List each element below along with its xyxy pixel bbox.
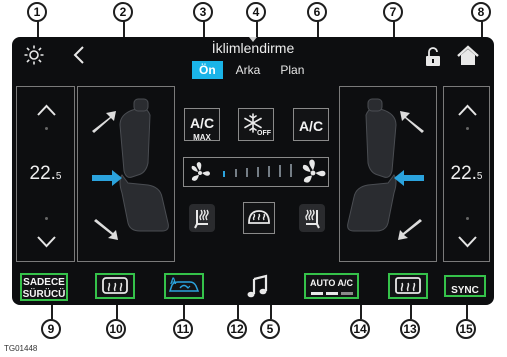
rear-window-defrost-button[interactable]: [95, 273, 135, 299]
driver-temp-step-dot: [45, 127, 48, 130]
recirculation-button[interactable]: A: [164, 273, 204, 299]
ac-button[interactable]: A/C: [293, 108, 329, 141]
passenger-temp-whole: 22.: [450, 163, 477, 184]
driver-only-button[interactable]: SADECE SÜRÜCÜ: [20, 273, 68, 301]
ac-off-button[interactable]: OFF: [238, 108, 274, 141]
seat-heater-icon: [305, 209, 320, 229]
seat-heater-icon: [194, 209, 209, 229]
climate-screen: İklimlendirme Ön Arka Plan 22.5 A/C MAX …: [12, 37, 494, 305]
driver-seat-airflow-icon[interactable]: [78, 87, 176, 263]
audio-note-icon[interactable]: [244, 274, 272, 300]
tab-front[interactable]: Ön: [192, 61, 223, 79]
passenger-airflow-panel: [339, 86, 437, 262]
driver-temp-down-button[interactable]: [17, 227, 74, 257]
passenger-temp-down-button[interactable]: [444, 227, 489, 257]
passenger-temp-step-dot: [466, 217, 469, 220]
fan-speed-slider[interactable]: [184, 158, 330, 188]
driver-temperature-value: 22.5: [17, 163, 74, 185]
callout-11: 11: [173, 319, 193, 339]
page-title: İklimlendirme: [211, 40, 295, 56]
callout-1: 1: [27, 2, 47, 22]
passenger-temp-decimal: 5: [476, 171, 483, 182]
passenger-temp-step-dot: [466, 127, 469, 130]
callout-14: 14: [350, 319, 370, 339]
fan-high-icon: [302, 159, 326, 183]
fan-speed-bar[interactable]: [183, 157, 329, 187]
fan-low-icon: [191, 162, 210, 181]
driver-temp-whole: 22.: [29, 163, 56, 184]
driver-only-line2: SÜRÜCÜ: [22, 289, 66, 300]
driver-temp-step-dot: [45, 217, 48, 220]
callout-15: 15: [456, 319, 476, 339]
sync-label: SYNC: [451, 285, 479, 296]
auto-ac-mode-bars: [306, 292, 357, 295]
callout-5: 5: [260, 319, 280, 339]
callout-9: 9: [41, 319, 61, 339]
ac-max-sublabel: MAX: [193, 133, 211, 142]
tab-plan[interactable]: Plan: [273, 61, 311, 79]
callout-13: 13: [400, 319, 420, 339]
unlock-icon[interactable]: [425, 47, 441, 67]
tab-rear[interactable]: Arka: [229, 61, 268, 79]
driver-temp-up-button[interactable]: [17, 95, 74, 125]
driver-temperature-control: 22.5: [16, 86, 75, 262]
ac-max-button[interactable]: A/C MAX: [184, 108, 220, 142]
front-defrost-button[interactable]: [243, 202, 275, 234]
driver-seat-heater-button[interactable]: [189, 204, 215, 232]
home-icon[interactable]: [456, 45, 480, 67]
driver-airflow-panel: [77, 86, 175, 262]
rear-defrost-button[interactable]: [388, 273, 428, 299]
rear-defrost-icon: [102, 277, 128, 294]
ac-max-label: A/C: [189, 115, 215, 131]
callout-2: 2: [113, 2, 133, 22]
callout-7: 7: [383, 2, 403, 22]
passenger-temp-up-button[interactable]: [444, 95, 489, 125]
zone-tabs: Ön Arka Plan: [192, 61, 311, 79]
auto-ac-button[interactable]: AUTO A/C: [304, 273, 359, 299]
passenger-seat-airflow-icon[interactable]: [340, 87, 438, 263]
rear-window-heater-icon: [395, 277, 421, 294]
callout-12: 12: [227, 319, 247, 339]
windshield-defrost-icon: [248, 210, 270, 224]
auto-ac-label: AUTO A/C: [309, 278, 353, 288]
passenger-seat-heater-button[interactable]: [299, 204, 325, 232]
callout-3: 3: [193, 2, 213, 22]
ac-label: A/C: [298, 118, 324, 134]
callout-10: 10: [106, 319, 126, 339]
ac-off-sublabel: OFF: [257, 130, 271, 137]
callout-4: 4: [246, 2, 266, 22]
passenger-temperature-value: 22.5: [444, 163, 489, 185]
figure-code: TG01448: [4, 344, 38, 353]
passenger-temperature-control: 22.5: [443, 86, 490, 262]
callout-8: 8: [471, 2, 491, 22]
driver-temp-decimal: 5: [55, 171, 62, 182]
callout-6: 6: [307, 2, 327, 22]
sync-button[interactable]: SYNC: [444, 275, 486, 297]
recirculation-auto-badge: A: [170, 276, 177, 286]
driver-only-line1: SADECE: [23, 277, 65, 288]
